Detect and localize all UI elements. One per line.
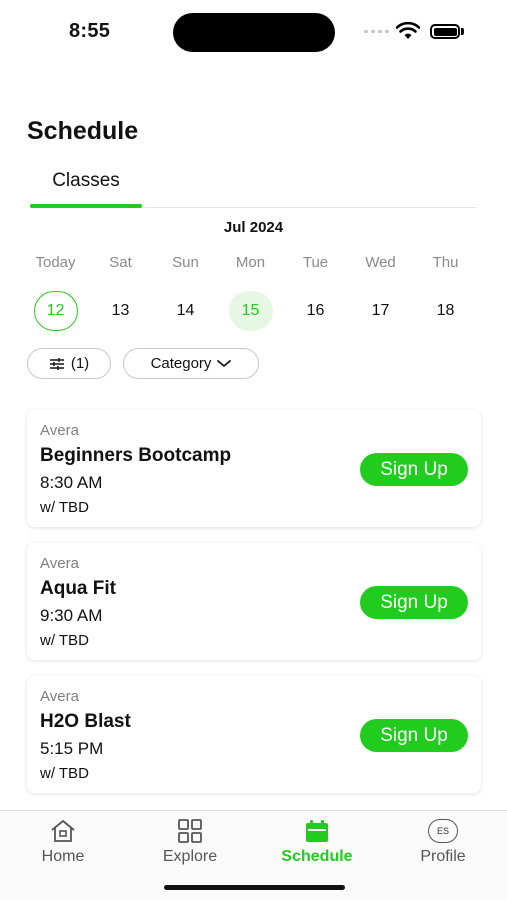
- status-time: 8:55: [69, 20, 111, 42]
- class-time: 5:15 PM: [40, 739, 104, 758]
- nav-schedule[interactable]: Schedule: [262, 817, 372, 866]
- weekday-row: Today Sat Sun Mon Tue Wed Thu: [23, 254, 478, 271]
- date-row: 12 13 14 15 16 17 18: [23, 291, 478, 331]
- dynamic-island: [173, 13, 335, 52]
- weekday-label: Thu: [432, 254, 459, 271]
- chevron-down-icon: [217, 359, 232, 367]
- weekday-label: Mon: [235, 254, 266, 271]
- nav-explore-label: Explore: [162, 848, 218, 865]
- class-time: 9:30 AM: [40, 606, 103, 625]
- nav-profile-label: Profile: [420, 848, 466, 865]
- home-icon: [51, 820, 75, 842]
- class-location: Avera: [40, 688, 79, 705]
- page-title: Schedule: [27, 117, 139, 145]
- nav-explore[interactable]: Explore: [135, 817, 245, 866]
- avatar: ES: [428, 819, 458, 843]
- class-time: 8:30 AM: [40, 473, 103, 492]
- class-instructor: w/ TBD: [40, 632, 89, 649]
- class-card[interactable]: Avera Aqua Fit 9:30 AM w/ TBD Sign Up: [27, 543, 481, 660]
- sliders-icon: [49, 357, 64, 370]
- tab-classes-label: Classes: [52, 170, 120, 191]
- class-name: Beginners Bootcamp: [40, 445, 232, 466]
- date-day[interactable]: 13: [99, 291, 143, 331]
- class-card[interactable]: Avera H2O Blast 5:15 PM w/ TBD Sign Up: [27, 676, 481, 793]
- class-instructor: w/ TBD: [40, 499, 89, 516]
- date-day[interactable]: 14: [164, 291, 208, 331]
- wifi-icon: [396, 22, 420, 39]
- nav-schedule-label: Schedule: [281, 848, 353, 865]
- tab-active-indicator: [30, 204, 142, 208]
- sign-up-button[interactable]: Sign Up: [360, 586, 468, 619]
- class-name: Aqua Fit: [40, 578, 116, 599]
- weekday-label: Wed: [365, 254, 396, 271]
- date-selected[interactable]: 15: [228, 291, 273, 331]
- date-today[interactable]: 12: [33, 291, 78, 331]
- date-day[interactable]: 17: [359, 291, 403, 331]
- date-day[interactable]: 18: [424, 291, 468, 331]
- date-day[interactable]: 16: [294, 291, 338, 331]
- battery-icon: [430, 24, 460, 39]
- nav-home[interactable]: Home: [8, 817, 118, 866]
- sign-up-button[interactable]: Sign Up: [360, 453, 468, 486]
- filter-count-label: (1): [70, 355, 90, 372]
- class-location: Avera: [40, 555, 79, 572]
- class-card[interactable]: Avera Beginners Bootcamp 8:30 AM w/ TBD …: [27, 410, 481, 527]
- home-indicator: [164, 885, 345, 890]
- calendar-month: Jul 2024: [223, 219, 284, 236]
- tab-bar: Classes: [30, 168, 476, 208]
- category-label: Category: [150, 355, 212, 372]
- cellular-signal-icon: [364, 30, 389, 33]
- status-bar: 8:55: [0, 0, 507, 62]
- weekday-label: Today: [35, 254, 76, 271]
- class-instructor: w/ TBD: [40, 765, 89, 782]
- weekday-label: Sat: [109, 254, 132, 271]
- category-dropdown[interactable]: Category: [123, 348, 259, 379]
- sign-up-button[interactable]: Sign Up: [360, 719, 468, 752]
- grid-icon: [178, 819, 202, 843]
- nav-profile[interactable]: ES Profile: [388, 817, 498, 866]
- tab-classes[interactable]: Classes: [30, 168, 142, 208]
- nav-home-label: Home: [41, 848, 85, 865]
- class-location: Avera: [40, 422, 79, 439]
- class-name: H2O Blast: [40, 711, 131, 732]
- filter-button[interactable]: (1): [27, 348, 111, 379]
- weekday-label: Sun: [172, 254, 199, 271]
- battery-cap: [461, 28, 464, 35]
- calendar-icon: [306, 820, 328, 842]
- weekday-label: Tue: [302, 254, 329, 271]
